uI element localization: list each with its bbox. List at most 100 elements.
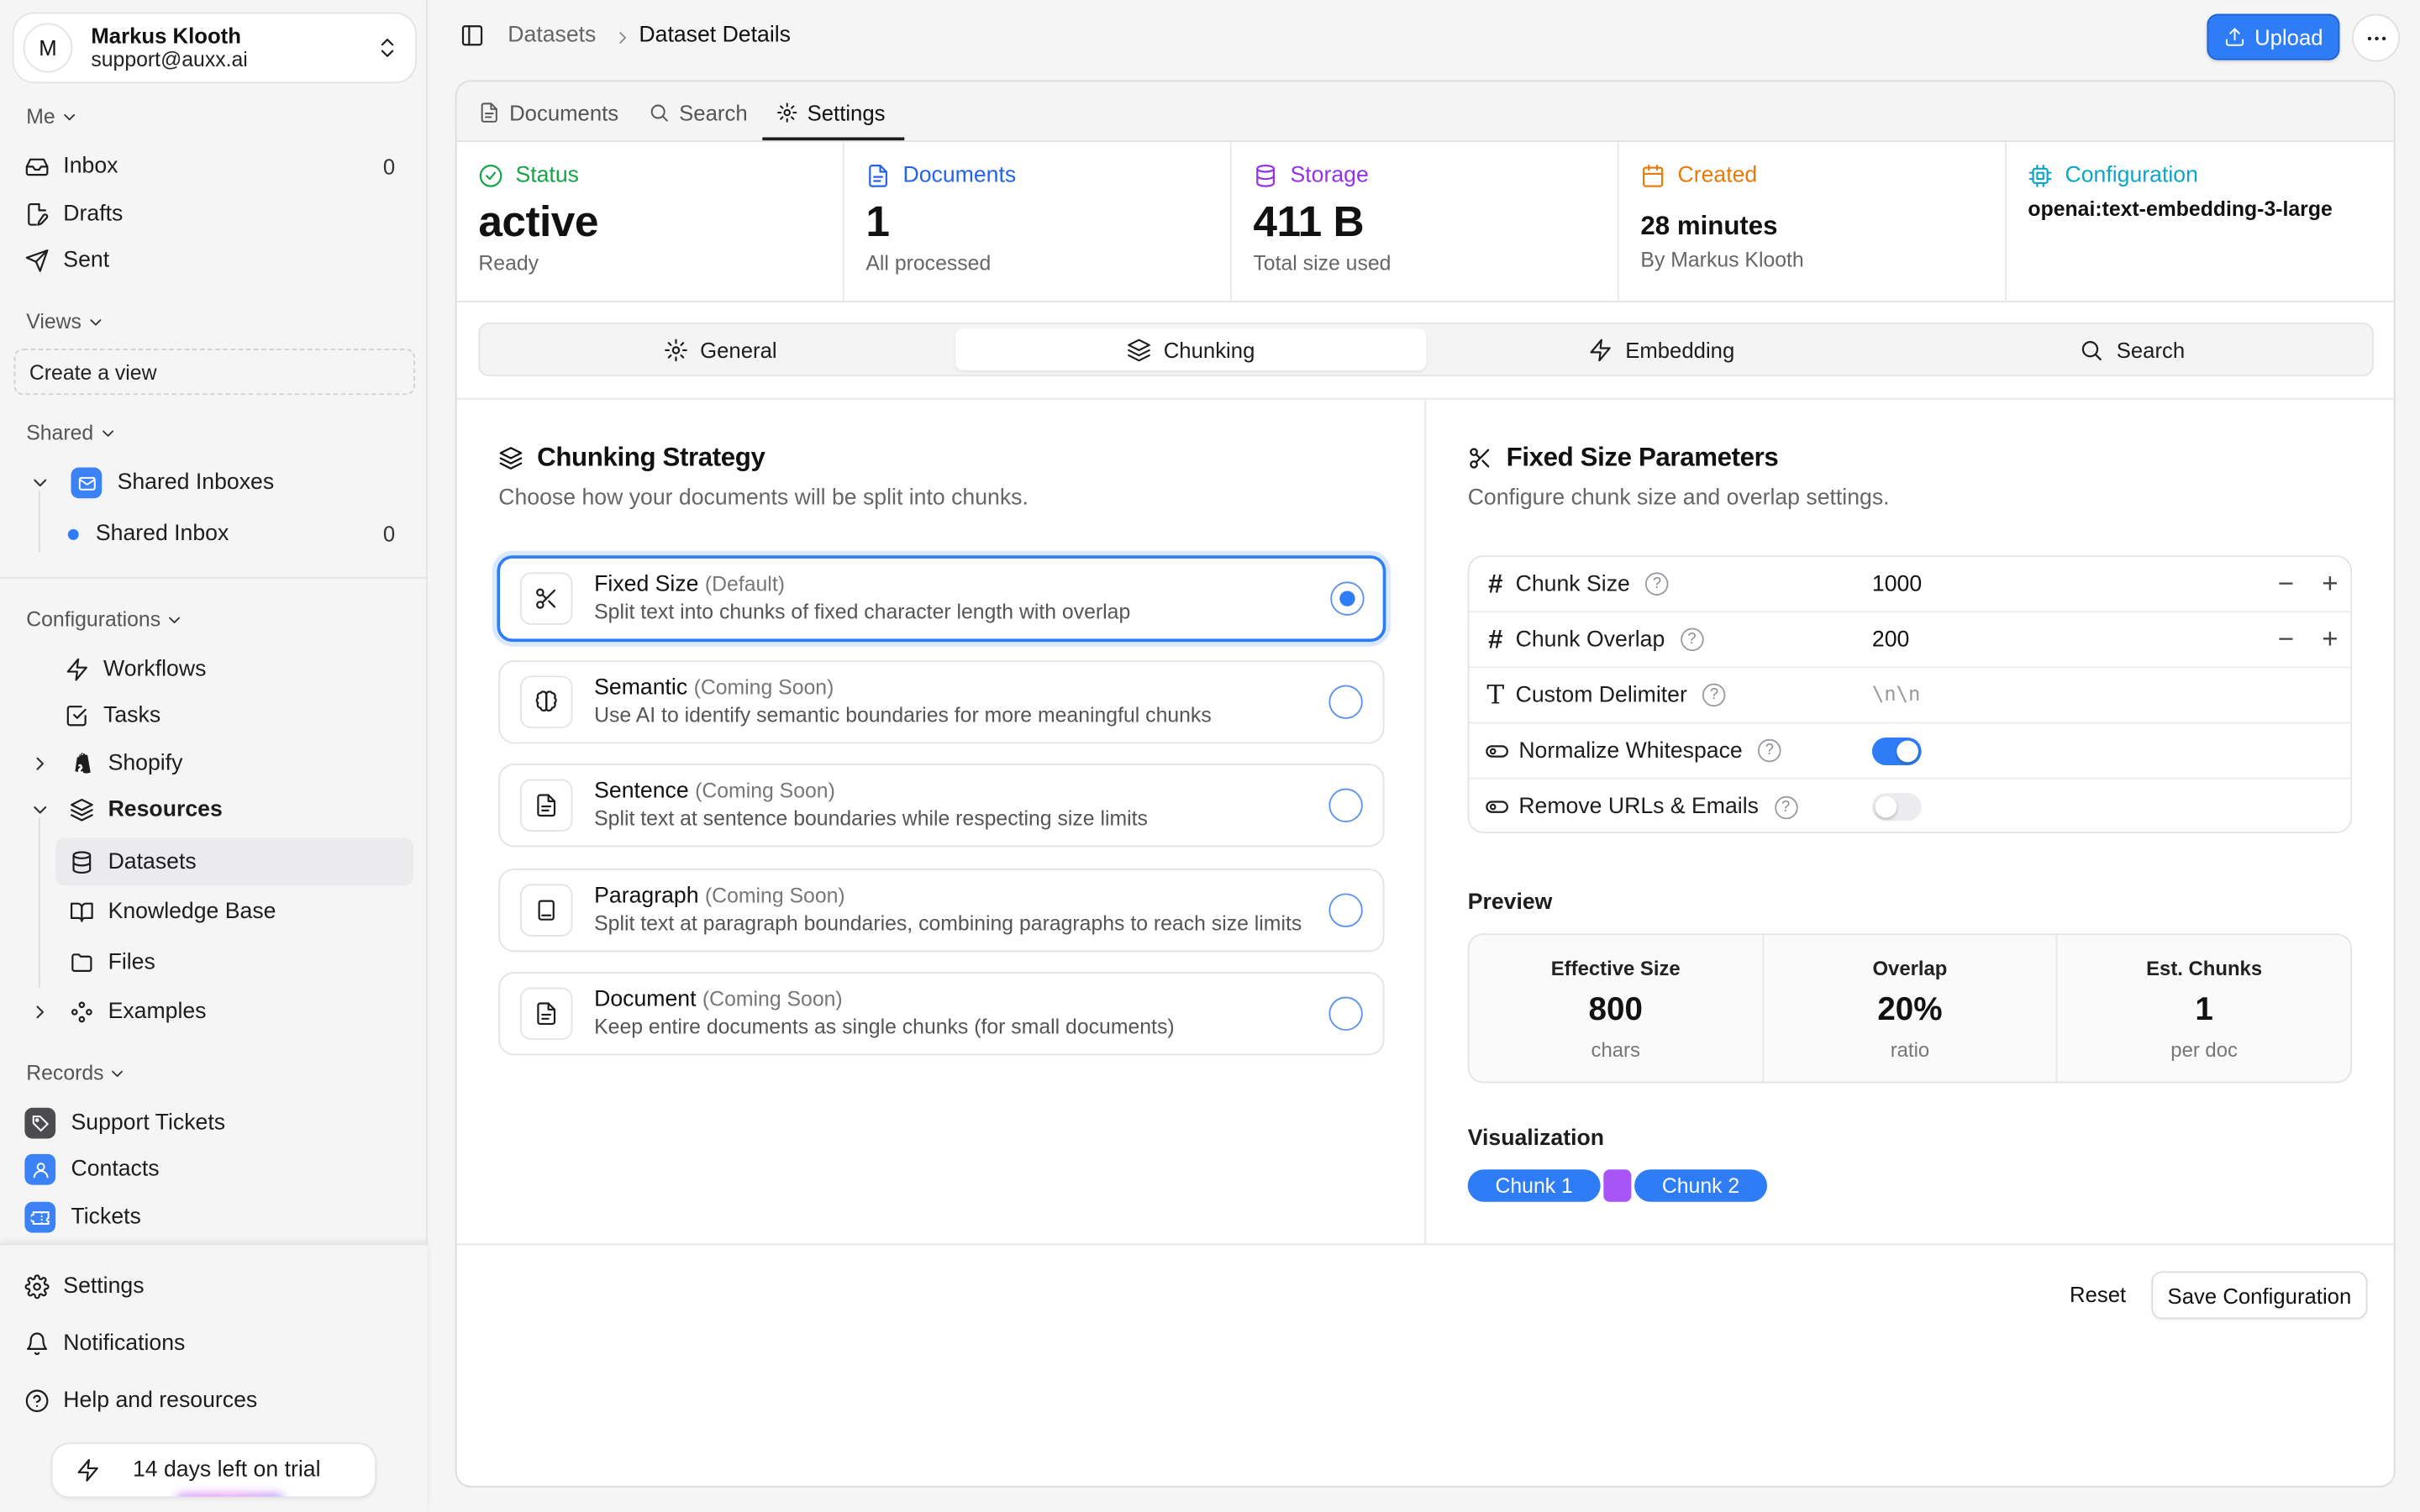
radio-unselected[interactable]: [1328, 685, 1363, 719]
section-configurations[interactable]: Configurations: [26, 608, 183, 631]
section-me[interactable]: Me: [26, 104, 78, 129]
sidebar-item-label: Tasks: [103, 703, 161, 728]
upload-button[interactable]: Upload: [2207, 13, 2340, 60]
radio-selected[interactable]: [1330, 581, 1365, 616]
hash-icon: #: [1488, 623, 1503, 654]
user-switcher[interactable]: M Markus Klooth support@auxx.ai: [12, 12, 417, 84]
sidebar-item-settings[interactable]: Settings: [24, 1265, 413, 1308]
sidebar-item-examples[interactable]: Examples: [24, 990, 413, 1033]
sidebar-item-knowledge-base[interactable]: Knowledge Base: [70, 890, 414, 933]
param-label: Remove URLs & Emails: [1518, 794, 1759, 820]
section-shared[interactable]: Shared: [26, 421, 117, 444]
help-icon[interactable]: ?: [1774, 795, 1797, 819]
sidebar-item-shopify[interactable]: Shopify: [24, 742, 413, 785]
sidebar-item-shared-inbox[interactable]: Shared Inbox 0: [61, 512, 413, 555]
option-tag: (Coming Soon): [704, 884, 845, 907]
chunk-overlap-input[interactable]: 200: [1872, 627, 1909, 652]
tree-line: [38, 491, 40, 553]
chevron-down-icon: [112, 1069, 124, 1077]
stat-value: 28 minutes: [1640, 211, 1778, 241]
help-icon[interactable]: ?: [1758, 738, 1781, 763]
scissors-icon: [519, 572, 573, 625]
toggle-icon: [1486, 801, 1508, 813]
chunk-size-input[interactable]: 1000: [1872, 571, 1922, 596]
sidebar-item-inbox[interactable]: Inbox 0: [24, 145, 413, 188]
reset-button[interactable]: Reset: [2070, 1282, 2126, 1306]
trial-banner[interactable]: 14 days left on trial: [50, 1442, 377, 1499]
help-icon[interactable]: ?: [1702, 683, 1726, 707]
sidebar-toggle-icon[interactable]: [460, 24, 484, 48]
sidebar-item-sent[interactable]: Sent: [24, 239, 413, 282]
section-me-label: Me: [26, 104, 55, 129]
sidebar-item-tickets[interactable]: Tickets: [24, 1195, 413, 1238]
sidebar-item-workflows[interactable]: Workflows: [65, 648, 413, 690]
stat-label: Status: [515, 163, 579, 189]
radio-unselected[interactable]: [1328, 893, 1363, 927]
sidebar-item-help[interactable]: Help and resources: [24, 1379, 413, 1422]
stats-row: Status active Ready Documents 1 All proc…: [456, 141, 2394, 302]
strategy-option-sentence[interactable]: Sentence (Coming Soon) Split text at sen…: [498, 764, 1385, 848]
remove-urls-toggle[interactable]: [1871, 793, 1922, 822]
sidebar-item-resources[interactable]: Resources: [24, 789, 413, 832]
shopify-icon: [75, 753, 91, 774]
subtab-chunking[interactable]: Chunking: [955, 328, 1427, 370]
ticket-icon: [24, 1201, 56, 1233]
sidebar-item-shared-inboxes[interactable]: Shared Inboxes: [24, 461, 413, 504]
strategy-option-paragraph[interactable]: Paragraph (Coming Soon) Split text at pa…: [498, 869, 1385, 953]
avatar: M: [23, 23, 73, 73]
tab-settings[interactable]: Settings: [776, 81, 886, 142]
subtab-embedding[interactable]: Embedding: [1426, 328, 1897, 370]
delimiter-input[interactable]: \n\n: [1872, 684, 1921, 707]
help-icon[interactable]: ?: [1680, 627, 1704, 652]
bell-icon: [26, 1332, 48, 1356]
strategy-option-document[interactable]: Document (Coming Soon) Keep entire docum…: [498, 972, 1385, 1056]
section-description: Configure chunk size and overlap setting…: [1467, 486, 1890, 511]
chevron-right-icon[interactable]: [29, 1001, 51, 1023]
stat-sub: By Markus Klooth: [1640, 248, 1804, 272]
sidebar-item-label: Sent: [63, 248, 110, 274]
help-icon[interactable]: ?: [1645, 572, 1669, 596]
strategy-option-semantic[interactable]: Semantic (Coming Soon) Use AI to identif…: [498, 660, 1385, 744]
params-table: # Chunk Size ? 1000 − + # Chunk Overlap …: [1467, 555, 2353, 833]
plus-icon[interactable]: +: [2322, 623, 2338, 656]
divider: [456, 1243, 2394, 1246]
sidebar-item-files[interactable]: Files: [70, 941, 414, 984]
sidebar-item-tasks[interactable]: Tasks: [65, 695, 413, 738]
subtab-label: Embedding: [1625, 337, 1735, 362]
sidebar-item-label: Files: [108, 950, 155, 975]
stat-value: 1: [865, 197, 890, 246]
stat-value: 411 B: [1253, 197, 1365, 246]
strategy-option-fixed-size[interactable]: Fixed Size (Default) Split text into chu…: [497, 555, 1386, 643]
normalize-whitespace-toggle[interactable]: [1871, 737, 1922, 765]
section-shared-label: Shared: [26, 421, 94, 444]
sidebar-item-datasets[interactable]: Datasets: [55, 837, 414, 886]
tab-documents[interactable]: Documents: [478, 81, 618, 142]
subtab-general[interactable]: General: [485, 328, 955, 370]
chevron-right-icon[interactable]: [29, 753, 51, 774]
minus-icon[interactable]: −: [2278, 623, 2294, 656]
status-dot: [67, 528, 79, 539]
minus-icon[interactable]: −: [2278, 568, 2294, 601]
tab-search[interactable]: Search: [648, 81, 748, 142]
sidebar-item-label: Drafts: [63, 202, 124, 227]
more-options-button[interactable]: [2352, 13, 2401, 62]
stat-storage: Storage 411 B Total size used: [1232, 141, 1619, 302]
subtab-search[interactable]: Search: [1897, 328, 2367, 370]
section-views[interactable]: Views: [26, 310, 104, 333]
search-icon: [650, 103, 668, 121]
radio-unselected[interactable]: [1328, 788, 1363, 822]
radio-unselected[interactable]: [1328, 996, 1363, 1031]
plus-icon[interactable]: +: [2322, 568, 2338, 601]
inbox-count: 0: [382, 154, 396, 180]
save-configuration-button[interactable]: Save Configuration: [2151, 1271, 2368, 1320]
section-records[interactable]: Records: [26, 1062, 127, 1084]
breadcrumb-datasets[interactable]: Datasets: [508, 24, 596, 48]
grid-dots-icon: [71, 1001, 92, 1023]
sidebar-item-contacts[interactable]: Contacts: [24, 1148, 413, 1191]
help-circle-icon: [25, 1389, 49, 1413]
sidebar-item-notifications[interactable]: Notifications: [24, 1322, 413, 1365]
sidebar-item-support-tickets[interactable]: Support Tickets: [24, 1101, 413, 1144]
sidebar-item-drafts[interactable]: Drafts: [24, 193, 413, 236]
create-view-button[interactable]: Create a view: [13, 349, 416, 396]
preview-value: 800: [1588, 991, 1643, 1028]
